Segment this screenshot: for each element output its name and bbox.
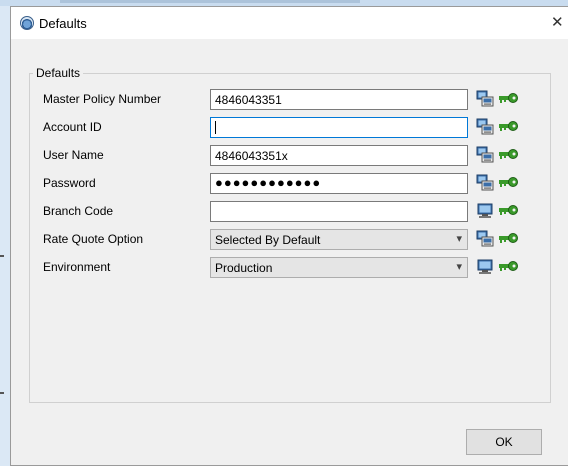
branch-code-label: Branch Code (43, 204, 114, 218)
close-button[interactable]: ✕ (551, 13, 568, 33)
user-name-label: User Name (43, 148, 104, 162)
password-field[interactable]: ●●●●●●●●●●●● (210, 173, 468, 194)
monitor-icon[interactable] (476, 202, 494, 219)
monitor-icon[interactable] (476, 258, 494, 275)
rate-quote-option-dropdown[interactable]: Selected By Default ▾ (210, 229, 468, 250)
key-icon[interactable] (498, 176, 518, 188)
app-icon (20, 16, 34, 30)
computer-icon[interactable] (476, 230, 494, 247)
branch-code-row: Branch Code (11, 199, 568, 223)
key-icon[interactable] (498, 204, 518, 216)
account-id-label: Account ID (43, 120, 102, 134)
title-bar[interactable]: Defaults ✕ (11, 7, 568, 39)
computer-icon[interactable] (476, 118, 494, 135)
master-policy-number-row: Master Policy Number 4846043351 (11, 87, 568, 111)
user-name-field[interactable]: 4846043351x (210, 145, 468, 166)
computer-icon[interactable] (476, 174, 494, 191)
text-caret (215, 121, 216, 134)
rate-quote-option-row: Rate Quote Option Selected By Default ▾ (11, 227, 568, 251)
key-icon[interactable] (498, 92, 518, 104)
key-icon[interactable] (498, 120, 518, 132)
environment-row: Environment Production ▾ (11, 255, 568, 279)
password-row: Password ●●●●●●●●●●●● (11, 171, 568, 195)
background-edge-mark (0, 255, 4, 257)
background-window-text (60, 0, 360, 3)
master-policy-number-label: Master Policy Number (43, 92, 162, 106)
environment-dropdown[interactable]: Production ▾ (210, 257, 468, 278)
environment-label: Environment (43, 260, 111, 274)
chevron-down-icon[interactable]: ▾ (456, 232, 462, 245)
account-id-row: Account ID (11, 115, 568, 139)
chevron-down-icon[interactable]: ▾ (456, 260, 462, 273)
computer-icon[interactable] (476, 146, 494, 163)
key-icon[interactable] (498, 260, 518, 272)
window-title: Defaults (39, 16, 87, 31)
key-icon[interactable] (498, 232, 518, 244)
background-edge-mark (0, 392, 4, 394)
defaults-dialog: Defaults ✕ Defaults Master Policy Number… (10, 6, 568, 466)
account-id-field[interactable] (210, 117, 468, 138)
rate-quote-option-value: Selected By Default (215, 233, 321, 247)
rate-quote-option-label: Rate Quote Option (43, 232, 144, 246)
branch-code-field[interactable] (210, 201, 468, 222)
key-icon[interactable] (498, 148, 518, 160)
environment-value: Production (215, 261, 273, 275)
master-policy-number-field[interactable]: 4846043351 (210, 89, 468, 110)
ok-button[interactable]: OK (466, 429, 542, 455)
user-name-row: User Name 4846043351x (11, 143, 568, 167)
computer-icon[interactable] (476, 90, 494, 107)
groupbox-legend: Defaults (33, 66, 84, 80)
password-label: Password (43, 176, 96, 190)
